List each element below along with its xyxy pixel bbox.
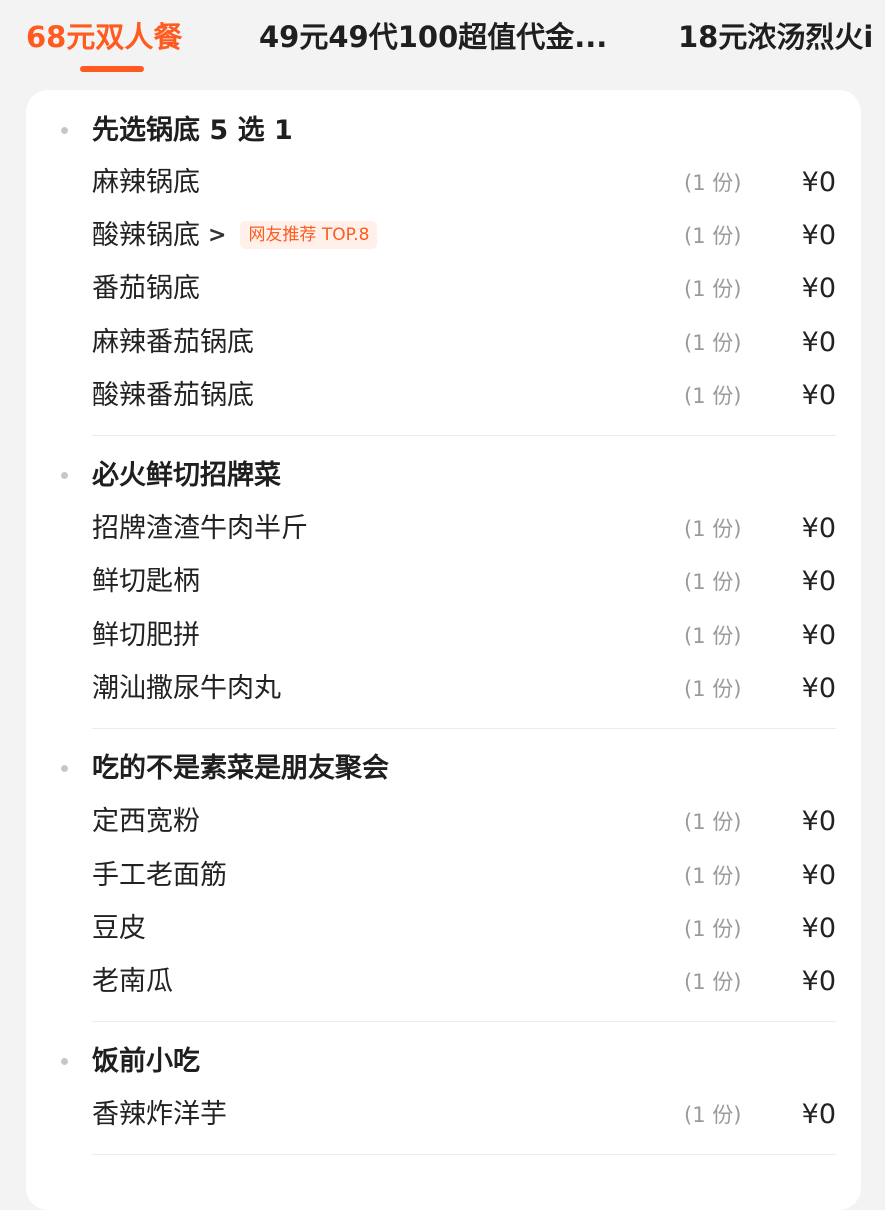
item-quantity: (1 份) (684, 624, 742, 648)
divider (92, 728, 836, 729)
group-title-text: 必火鲜切招牌菜 (92, 460, 281, 491)
item-price: ¥0 (801, 806, 836, 837)
item-price: ¥0 (801, 913, 836, 944)
item-price: ¥0 (801, 273, 836, 304)
bullet-icon (61, 127, 68, 134)
item-price: ¥0 (801, 620, 836, 651)
item-price: ¥0 (801, 966, 836, 997)
item-quantity: (1 份) (684, 171, 742, 195)
item-name: 老南瓜 (92, 966, 173, 997)
list-item: 手工老面筋 (1 份) ¥0 (92, 857, 836, 895)
item-name: 手工老面筋 (92, 860, 227, 891)
bullet-icon (61, 472, 68, 479)
item-quantity: (1 份) (684, 384, 742, 408)
list-item: 鲜切肥拼 (1 份) ¥0 (92, 617, 836, 655)
list-item: 招牌渣渣牛肉半斤 (1 份) ¥0 (92, 510, 836, 548)
item-quantity: (1 份) (684, 1103, 742, 1127)
item-quantity: (1 份) (684, 331, 742, 355)
active-tab-indicator (80, 66, 144, 72)
item-name: 定西宽粉 (92, 806, 200, 837)
item-name: 酸辣番茄锅底 (92, 380, 254, 411)
item-quantity: (1 份) (684, 224, 742, 248)
item-price: ¥0 (801, 327, 836, 358)
item-quantity: (1 份) (684, 277, 742, 301)
list-item: 定西宽粉 (1 份) ¥0 (92, 803, 836, 841)
item-quantity: (1 份) (684, 864, 742, 888)
group-title: 饭前小吃 (61, 1043, 200, 1081)
item-price: ¥0 (801, 673, 836, 704)
tab-couple-meal[interactable]: 68元双人餐 (26, 18, 182, 56)
item-name: 香辣炸洋芋 (92, 1099, 227, 1130)
item-quantity: (1 份) (684, 810, 742, 834)
item-quantity: (1 份) (684, 570, 742, 594)
item-quantity: (1 份) (684, 677, 742, 701)
group-title-text: 吃的不是素菜是朋友聚会 (92, 753, 389, 784)
item-quantity: (1 份) (684, 517, 742, 541)
item-name: 豆皮 (92, 913, 146, 944)
item-price: ¥0 (801, 1099, 836, 1130)
chevron-right-icon[interactable]: > (208, 217, 226, 255)
item-name: 潮汕撒尿牛肉丸 (92, 673, 281, 704)
group-title-text: 先选锅底 5 选 1 (92, 115, 293, 146)
item-price: ¥0 (801, 380, 836, 411)
bullet-icon (61, 765, 68, 772)
item-price: ¥0 (801, 167, 836, 198)
divider (92, 1021, 836, 1022)
item-quantity: (1 份) (684, 917, 742, 941)
item-name-with-tag[interactable]: 酸辣锅底 > 网友推荐 TOP.8 (92, 217, 378, 255)
tab-voucher[interactable]: 49元49代100超值代金... (259, 18, 607, 56)
bullet-icon (61, 1058, 68, 1065)
list-item: 酸辣番茄锅底 (1 份) ¥0 (92, 377, 836, 415)
item-price: ¥0 (801, 220, 836, 251)
recommend-badge: 网友推荐 TOP.8 (240, 221, 378, 249)
group-title: 先选锅底 5 选 1 (61, 112, 293, 150)
group-title: 必火鲜切招牌菜 (61, 457, 281, 495)
list-item: 潮汕撒尿牛肉丸 (1 份) ¥0 (92, 670, 836, 708)
list-item: 香辣炸洋芋 (1 份) ¥0 (92, 1096, 836, 1134)
package-contents-card: 先选锅底 5 选 1 麻辣锅底 (1 份) ¥0 酸辣锅底 > 网友推荐 TOP.8… (26, 90, 861, 1210)
tab-soup-combo[interactable]: 18元浓汤烈火i (678, 18, 873, 56)
item-name: 鲜切肥拼 (92, 620, 200, 651)
group-title-text: 饭前小吃 (92, 1046, 200, 1077)
item-price: ¥0 (801, 513, 836, 544)
list-item: 鲜切匙柄 (1 份) ¥0 (92, 563, 836, 601)
divider (92, 435, 836, 436)
list-item: 番茄锅底 (1 份) ¥0 (92, 270, 836, 308)
tab-bar: 68元双人餐 49元49代100超值代金... 18元浓汤烈火i (0, 0, 885, 86)
item-name: 招牌渣渣牛肉半斤 (92, 513, 308, 544)
item-price: ¥0 (801, 566, 836, 597)
list-item: 老南瓜 (1 份) ¥0 (92, 963, 836, 1001)
group-title: 吃的不是素菜是朋友聚会 (61, 750, 389, 788)
item-name: 鲜切匙柄 (92, 566, 200, 597)
item-quantity: (1 份) (684, 970, 742, 994)
divider (92, 1154, 836, 1155)
item-name: 麻辣锅底 (92, 167, 200, 198)
item-name: 番茄锅底 (92, 273, 200, 304)
item-name: 酸辣锅底 (92, 220, 200, 251)
list-item: 麻辣番茄锅底 (1 份) ¥0 (92, 324, 836, 362)
list-item: 豆皮 (1 份) ¥0 (92, 910, 836, 948)
item-price: ¥0 (801, 860, 836, 891)
item-name: 麻辣番茄锅底 (92, 327, 254, 358)
list-item[interactable]: 酸辣锅底 > 网友推荐 TOP.8 (1 份) ¥0 (92, 217, 836, 255)
list-item: 麻辣锅底 (1 份) ¥0 (92, 164, 836, 202)
